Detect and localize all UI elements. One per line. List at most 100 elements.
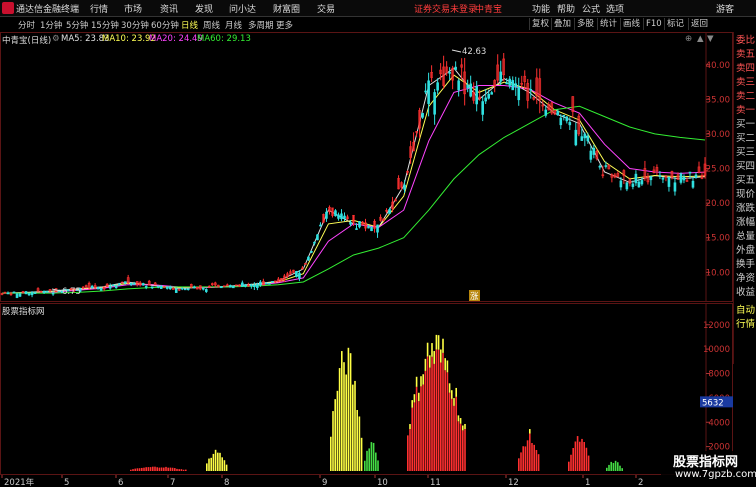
period-tab-weekly[interactable]: 周线 — [203, 19, 220, 31]
indicator-bar — [336, 390, 339, 471]
period-tab-30min[interactable]: 30分钟 — [121, 19, 149, 31]
side-item-volume[interactable]: 总量 — [736, 231, 756, 243]
draw-line-button[interactable]: 画线 — [620, 18, 642, 30]
side-item-weibi[interactable]: 委比 — [736, 35, 756, 47]
f10-button[interactable]: F10 — [643, 18, 664, 30]
indicator-bar — [368, 448, 370, 471]
main-y-tick-label: 15.00 — [706, 234, 730, 244]
side-item-change[interactable]: 涨跌 — [736, 203, 756, 215]
period-tab-1min[interactable]: 1分钟 — [40, 19, 62, 31]
period-tab-60min[interactable]: 60分钟 — [151, 19, 179, 31]
menu-item-news[interactable]: 资讯 — [160, 2, 178, 15]
menu-item-quotes[interactable]: 行情 — [90, 2, 108, 15]
period-tab-15min[interactable]: 15分钟 — [91, 19, 119, 31]
side-item-sell4[interactable]: 卖四 — [736, 63, 756, 75]
overlay-button[interactable]: 叠加 — [551, 18, 573, 30]
candle-body — [433, 92, 436, 115]
side-item-buy2[interactable]: 买二 — [736, 133, 756, 145]
side-item-outer[interactable]: 外盘 — [736, 245, 756, 257]
period-tab-daily[interactable]: 日线 — [181, 19, 198, 31]
side-item-sell3[interactable]: 卖三 — [736, 77, 756, 89]
candle-body — [484, 97, 487, 102]
side-item-quote[interactable]: 行情 — [736, 319, 756, 331]
side-item-buy1[interactable]: 买一 — [736, 119, 756, 131]
side-item-auto[interactable]: 自动 — [736, 305, 756, 317]
period-tab-more[interactable]: 更多 — [276, 19, 293, 31]
side-item-price[interactable]: 现价 — [736, 189, 756, 201]
menu-item-ask[interactable]: 问小达 — [229, 2, 256, 15]
candle-body — [688, 171, 692, 174]
side-item-change-pct[interactable]: 涨幅 — [736, 217, 756, 229]
candle-body — [481, 101, 484, 115]
candle-body — [457, 80, 460, 91]
period-tab-5min[interactable]: 5分钟 — [66, 19, 88, 31]
x-axis-tick-label: 8 — [224, 478, 229, 487]
back-button[interactable]: 返回 — [688, 18, 710, 30]
x-axis-tick-label: 9 — [322, 478, 327, 487]
period-tab-multi[interactable]: 多周期 — [248, 19, 274, 31]
indicator-bar — [537, 454, 540, 471]
indicator-bar-cap — [431, 343, 433, 357]
candle-body — [514, 83, 518, 88]
mark-button[interactable]: 标记 — [664, 18, 686, 30]
candle-body — [111, 284, 115, 287]
side-item-eps[interactable]: 收益 — [736, 287, 756, 299]
indicator-bar — [448, 392, 451, 471]
menu-item-discover[interactable]: 发现 — [195, 2, 213, 15]
candle-body — [183, 288, 187, 291]
menu-item-trade[interactable]: 交易 — [317, 2, 335, 15]
indicator-bar — [583, 442, 585, 471]
candle-body — [108, 285, 112, 289]
indicator-bar-cap — [424, 358, 427, 371]
side-item-sell1[interactable]: 卖一 — [736, 105, 756, 117]
indicator-bar — [606, 467, 608, 471]
side-item-turnover[interactable]: 换手 — [736, 259, 756, 271]
candle-body — [319, 224, 322, 227]
candle-body — [448, 72, 451, 74]
indicator-bar — [457, 421, 460, 471]
menu-item-market[interactable]: 市场 — [124, 2, 142, 15]
menu-formula[interactable]: 公式 — [582, 2, 600, 15]
period-tab-monthly[interactable]: 月线 — [225, 19, 242, 31]
indicator-bar — [225, 464, 228, 471]
menu-options[interactable]: 选项 — [606, 2, 624, 15]
stats-button[interactable]: 统计 — [597, 18, 619, 30]
indicator-bar — [149, 467, 152, 471]
side-item-nav[interactable]: 净资 — [736, 273, 756, 285]
side-item-sell2[interactable]: 卖二 — [736, 91, 756, 103]
adjust-button[interactable]: 复权 — [529, 18, 551, 30]
multi-stock-button[interactable]: 多股 — [574, 18, 596, 30]
candle-body — [241, 282, 244, 287]
current-value-label: 5632 — [702, 398, 724, 408]
indicator-bar — [431, 356, 433, 471]
indicator-bar — [349, 353, 352, 471]
period-tab-intraday[interactable]: 分时 — [18, 19, 35, 31]
candle-body — [313, 241, 316, 244]
indicator-bar — [356, 409, 358, 471]
indicator-bar — [459, 423, 462, 471]
candle-body — [580, 136, 584, 141]
indicator-bar-cap — [435, 334, 438, 350]
indicator-chart[interactable]: 股票指标网 200040006000800010000120005632 — [0, 303, 733, 475]
candle-body — [562, 114, 566, 117]
indicator-bar — [464, 429, 466, 471]
indicator-bar — [206, 463, 208, 471]
side-item-buy5[interactable]: 买五 — [736, 175, 756, 187]
side-item-buy3[interactable]: 买三 — [736, 147, 756, 159]
menu-item-wealth[interactable]: 财富圈 — [273, 2, 300, 15]
menu-function[interactable]: 功能 — [532, 2, 550, 15]
indicator-bar — [614, 460, 617, 471]
candle-body — [469, 83, 472, 97]
low-price-label: 6.75 — [62, 287, 81, 297]
indicator-bar-cap — [429, 355, 431, 368]
menu-guest[interactable]: 游客 — [716, 2, 734, 15]
menu-help[interactable]: 帮助 — [557, 2, 575, 15]
indicator-bar — [407, 435, 409, 471]
main-kline-chart[interactable]: 中青宝(日线) ⚙ MA5: 23.83 MA10: 23.92 MA20: 2… — [0, 32, 733, 302]
login-alert[interactable]: 证券交易未登录 — [414, 2, 477, 15]
x-axis-tick-label: 2 — [638, 478, 643, 487]
side-item-sell5[interactable]: 卖五 — [736, 49, 756, 61]
side-item-buy4[interactable]: 买四 — [736, 161, 756, 173]
indicator-bar — [572, 448, 574, 471]
candle-body — [403, 184, 406, 190]
